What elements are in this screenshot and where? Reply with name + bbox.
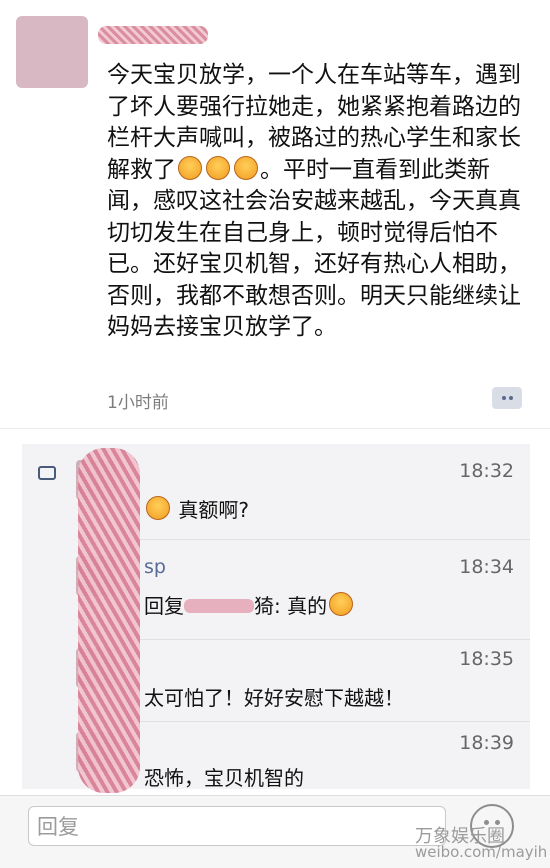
divider	[0, 428, 550, 429]
reply-input[interactable]: 回复	[28, 806, 446, 846]
redacted-poster-name	[98, 26, 208, 44]
comment-time: 18:32	[459, 460, 514, 482]
post-text: 今天宝贝放学，一个人在车站等车，遇到了坏人要强行拉她走，她紧紧抱着路边的栏杆大声…	[107, 60, 532, 344]
comment-time: 18:35	[459, 648, 514, 670]
watermark-url: weibo.com/mayih	[415, 843, 548, 861]
emoji-icon	[146, 496, 170, 520]
post-time: 1小时前	[107, 393, 169, 413]
emoji-icon	[234, 155, 258, 180]
comment-text: 太可怕了！好好安慰下越越！	[144, 686, 404, 710]
comment-text: 真额啊?	[144, 494, 249, 523]
comment-author[interactable]: sp	[144, 556, 166, 578]
comment-text: 恐怖，宝贝机智的	[144, 766, 304, 790]
comment-text: 回复 猗: 真的	[144, 590, 355, 619]
comment-time: 18:34	[459, 556, 514, 578]
more-comment-icon[interactable]	[492, 387, 522, 409]
redaction-scribble	[78, 448, 140, 793]
emoji-icon	[206, 155, 230, 180]
poster-avatar[interactable]	[16, 16, 88, 88]
divider	[127, 539, 530, 540]
post-text-tail: 。平时一直看到此类新闻，感叹这社会治安越来越乱，今天真真切切发生在自己身上，顿时…	[107, 156, 521, 341]
comment-time: 18:39	[459, 732, 514, 754]
emoji-icon	[178, 155, 202, 180]
divider	[127, 721, 530, 722]
emoji-icon	[329, 592, 354, 616]
